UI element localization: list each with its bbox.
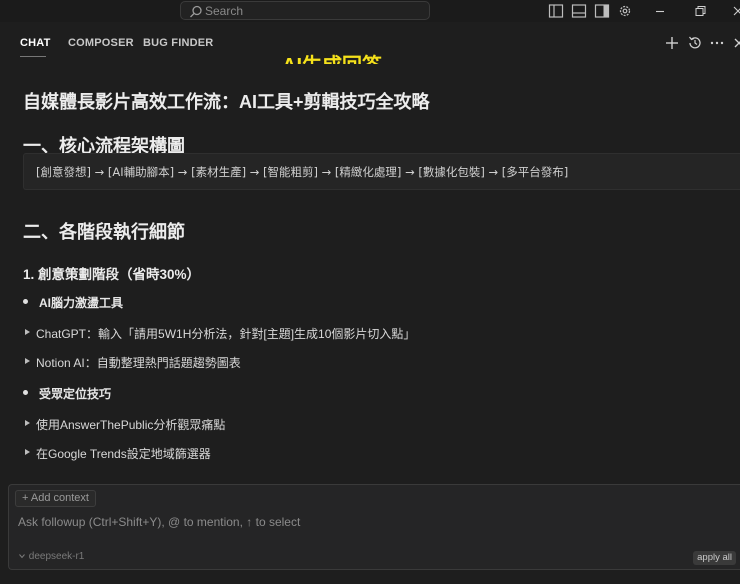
minimize-icon[interactable] xyxy=(652,3,668,19)
close-icon[interactable] xyxy=(730,3,740,19)
plus-icon[interactable] xyxy=(663,34,681,52)
more-options-icon[interactable] xyxy=(708,34,726,52)
tab-composer[interactable]: COMPOSER xyxy=(68,37,134,49)
followup-input-area[interactable]: + Add context Ask followup (Ctrl+Shift+Y… xyxy=(8,484,740,570)
search-icon xyxy=(190,5,202,18)
bullet-dot xyxy=(23,390,28,395)
gear-icon[interactable] xyxy=(617,3,633,19)
bottom-strip xyxy=(0,570,740,584)
model-selector[interactable]: deepseek-r1 xyxy=(18,551,84,562)
group-title: 受眾定位技巧 xyxy=(39,387,112,401)
response-title: 自媒體長影片高效工作流：AI工具+剪輯技巧全攻略 xyxy=(23,92,430,112)
restore-icon[interactable] xyxy=(692,3,708,19)
toggle-secondary-sidebar-icon[interactable] xyxy=(594,3,610,19)
toggle-panel-icon[interactable] xyxy=(571,3,587,19)
search-placeholder: Search xyxy=(205,4,244,18)
list-marker xyxy=(25,449,30,455)
bullet-dot xyxy=(23,299,28,304)
chevron-down-icon xyxy=(19,554,25,559)
tab-chat[interactable]: CHAT xyxy=(20,37,51,49)
list-marker xyxy=(25,358,30,364)
flow-diagram-text: [創意發想] → [AI輔助腳本] → [素材生產] → [智能粗剪] → [精… xyxy=(36,165,569,179)
model-name: deepseek-r1 xyxy=(28,551,85,562)
list-item: Notion AI：自動整理熱門話題趨勢圖表 xyxy=(36,356,241,370)
chat-panel-header: CHAT COMPOSER BUG FINDER AI生成回答 xyxy=(0,22,740,77)
title-bar: Search xyxy=(0,0,740,22)
list-marker xyxy=(25,329,30,335)
command-search-box[interactable]: Search xyxy=(180,1,430,20)
section-2-heading: 二、各階段執行細節 xyxy=(23,222,185,242)
apply-all-button[interactable]: apply all xyxy=(693,551,736,565)
group-title: AI腦力激盪工具 xyxy=(39,296,124,310)
flow-code-block: [創意發想] → [AI輔助腳本] → [素材生產] → [智能粗剪] → [精… xyxy=(23,153,740,190)
active-tab-indicator xyxy=(20,56,46,57)
chat-response-content: 自媒體長影片高效工作流：AI工具+剪輯技巧全攻略 一、核心流程架構圖 [創意發想… xyxy=(0,64,740,484)
tab-bug-finder[interactable]: BUG FINDER xyxy=(143,37,213,49)
followup-input[interactable]: Ask followup (Ctrl+Shift+Y), @ to mentio… xyxy=(18,515,300,529)
stage-1-heading: 1. 創意策劃階段（省時30%） xyxy=(23,267,201,282)
list-item: ChatGPT：輸入「請用5W1H分析法，針對[主題]生成10個影片切入點」 xyxy=(36,327,416,341)
add-context-button[interactable]: + Add context xyxy=(15,490,96,507)
toggle-primary-sidebar-icon[interactable] xyxy=(548,3,564,19)
history-icon[interactable] xyxy=(686,34,704,52)
list-marker xyxy=(25,420,30,426)
list-item: 在Google Trends設定地域篩選器 xyxy=(36,447,211,461)
close-panel-icon[interactable] xyxy=(730,34,740,52)
list-item: 使用AnswerThePublic分析觀眾痛點 xyxy=(36,418,226,432)
